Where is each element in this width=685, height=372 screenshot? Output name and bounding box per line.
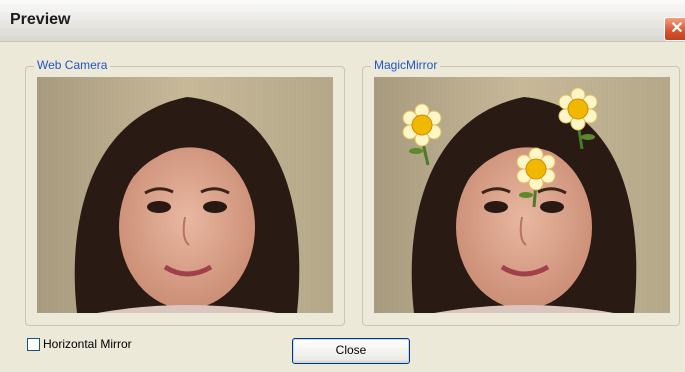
magic-mirror-feed xyxy=(374,77,670,313)
magic-mirror-label: MagicMirror xyxy=(371,58,441,72)
close-icon[interactable]: ✕ xyxy=(664,17,685,41)
window-title: Preview xyxy=(10,11,71,28)
title-bar[interactable]: Preview xyxy=(0,0,685,42)
preview-dialog: Preview ✕ Web Camera MagicMirror Horizon… xyxy=(0,0,685,372)
web-camera-feed xyxy=(37,77,333,313)
horizontal-mirror-checkbox[interactable] xyxy=(27,338,40,351)
web-camera-label: Web Camera xyxy=(34,58,111,72)
web-camera-group: Web Camera xyxy=(25,58,345,326)
horizontal-mirror-label[interactable]: Horizontal Mirror xyxy=(43,337,132,351)
magic-mirror-group: MagicMirror xyxy=(362,58,680,326)
close-button[interactable]: Close xyxy=(292,338,410,364)
